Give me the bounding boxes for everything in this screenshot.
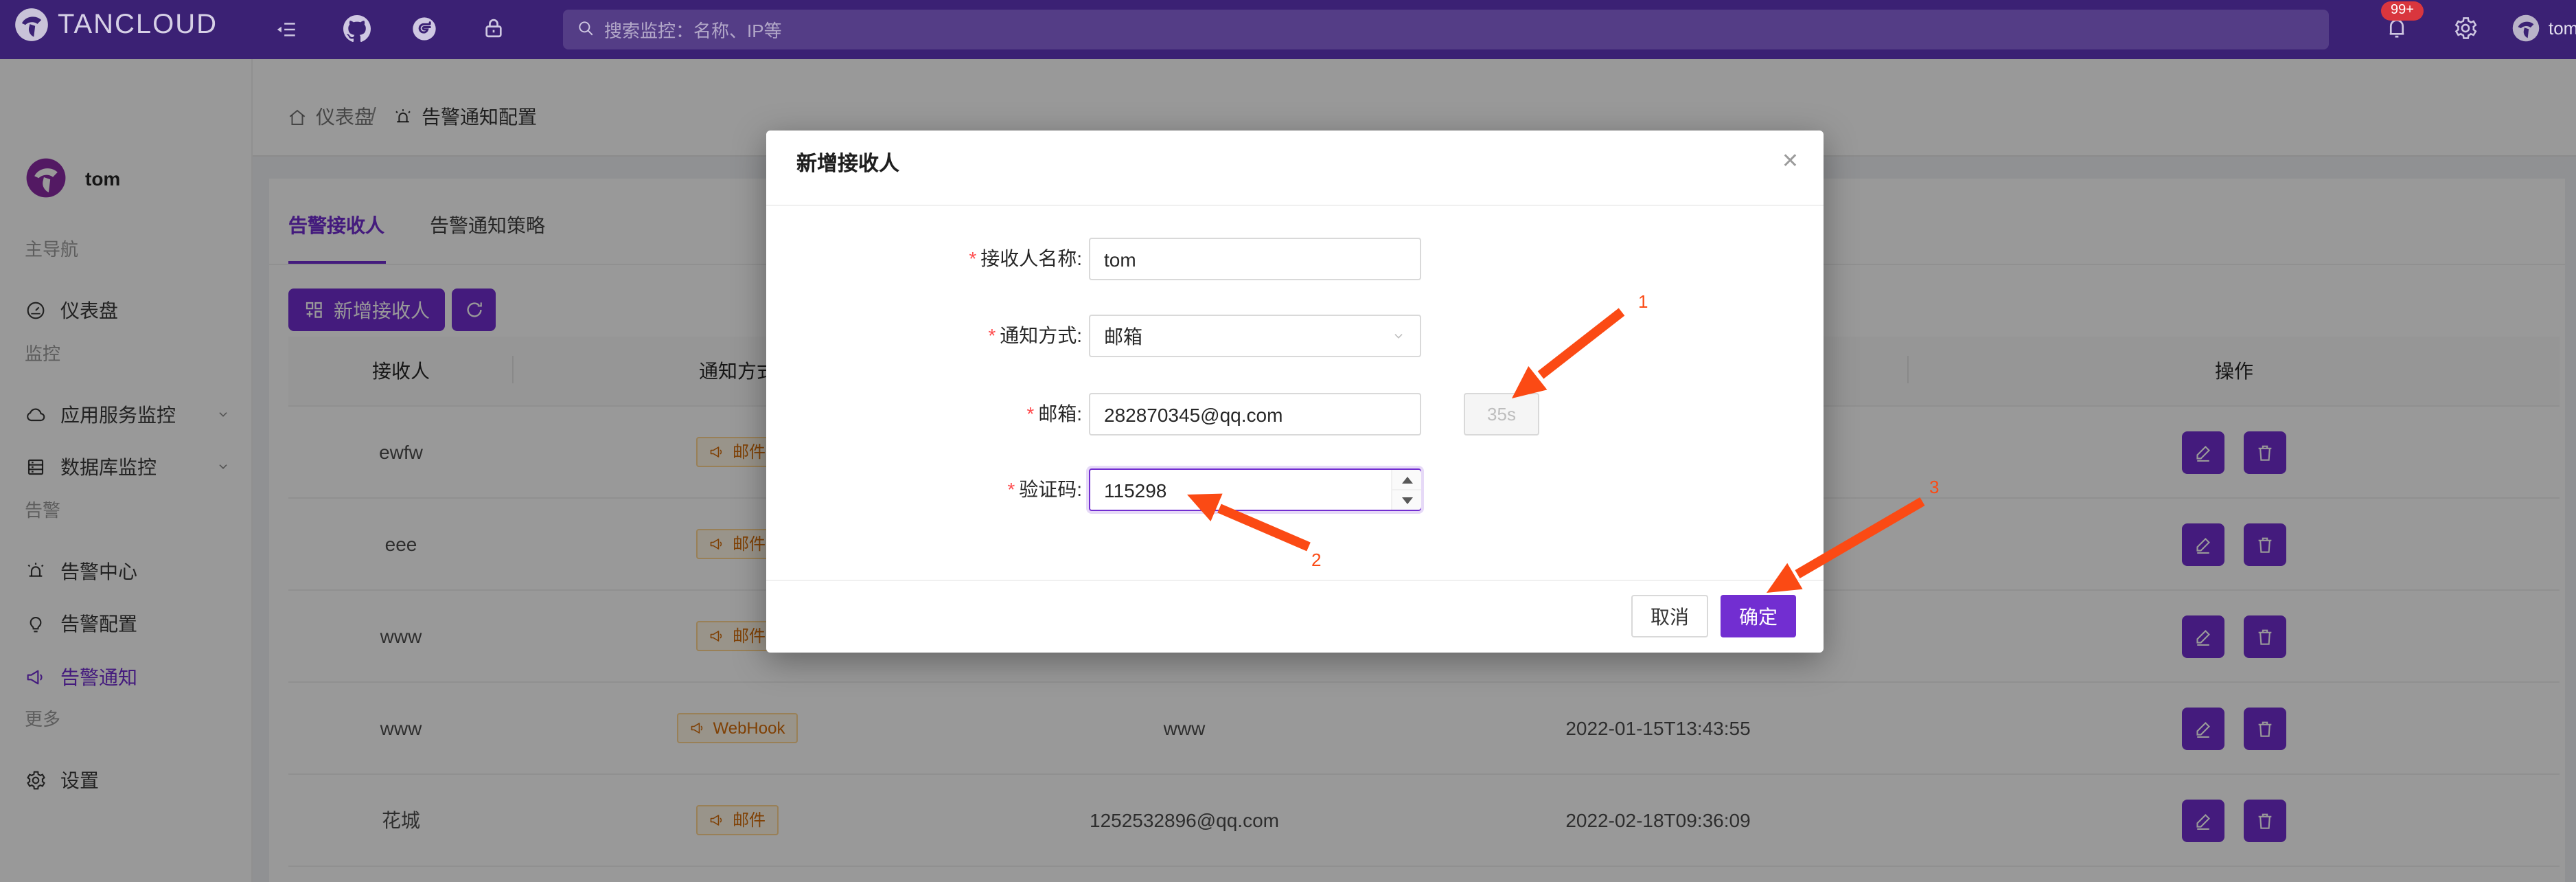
tancloud-logo-icon	[15, 8, 48, 41]
field-label-method: *通知方式:	[766, 315, 1082, 357]
brand-name: TANCLOUD	[58, 9, 218, 41]
github-icon[interactable]	[343, 15, 371, 47]
search-icon	[577, 19, 595, 41]
brand-logo[interactable]: TANCLOUD	[14, 7, 218, 43]
email-input[interactable]	[1089, 393, 1421, 436]
field-label-email: *邮箱:	[766, 393, 1082, 436]
modal-header-divider	[766, 205, 1824, 206]
number-stepper	[1391, 470, 1421, 510]
field-label-name: *接收人名称:	[766, 238, 1082, 280]
cancel-button[interactable]: 取消	[1631, 595, 1708, 637]
chevron-down-icon	[1391, 325, 1406, 347]
send-code-countdown-button[interactable]: 35s	[1464, 393, 1539, 436]
modal-title: 新增接收人	[796, 148, 899, 177]
lock-icon[interactable]	[481, 15, 507, 45]
modal-footer-divider	[766, 580, 1824, 581]
app-window: TANCLOUD 搜索监控：名称、IP等 99+ tom tom 主导航 仪表盘…	[0, 0, 2576, 882]
stepper-up-button[interactable]	[1392, 470, 1421, 490]
monitor-search-input[interactable]: 搜索监控：名称、IP等	[563, 10, 2329, 49]
verification-code-input[interactable]	[1089, 468, 1421, 511]
notify-method-select[interactable]: 邮箱	[1089, 315, 1421, 357]
add-recipient-modal: 新增接收人 ✕ *接收人名称: *通知方式: 邮箱 *邮箱: 35s *验证码:…	[766, 131, 1824, 653]
stepper-down-button[interactable]	[1392, 490, 1421, 510]
field-label-code: *验证码:	[766, 468, 1082, 511]
menu-fold-icon[interactable]	[275, 18, 298, 45]
gitee-icon[interactable]	[411, 15, 438, 47]
recipient-name-input[interactable]	[1089, 238, 1421, 280]
avatar	[2513, 15, 2540, 42]
topbar-username: tom	[2549, 18, 2576, 38]
notification-count-badge: 99+	[2381, 1, 2424, 21]
search-placeholder: 搜索监控：名称、IP等	[604, 16, 782, 43]
user-menu[interactable]: tom	[2511, 14, 2576, 43]
settings-gear-icon[interactable]	[2452, 15, 2479, 45]
close-icon[interactable]: ✕	[1776, 143, 1804, 179]
confirm-button[interactable]: 确定	[1721, 595, 1796, 637]
top-navbar: TANCLOUD 搜索监控：名称、IP等 99+ tom	[0, 0, 2576, 59]
